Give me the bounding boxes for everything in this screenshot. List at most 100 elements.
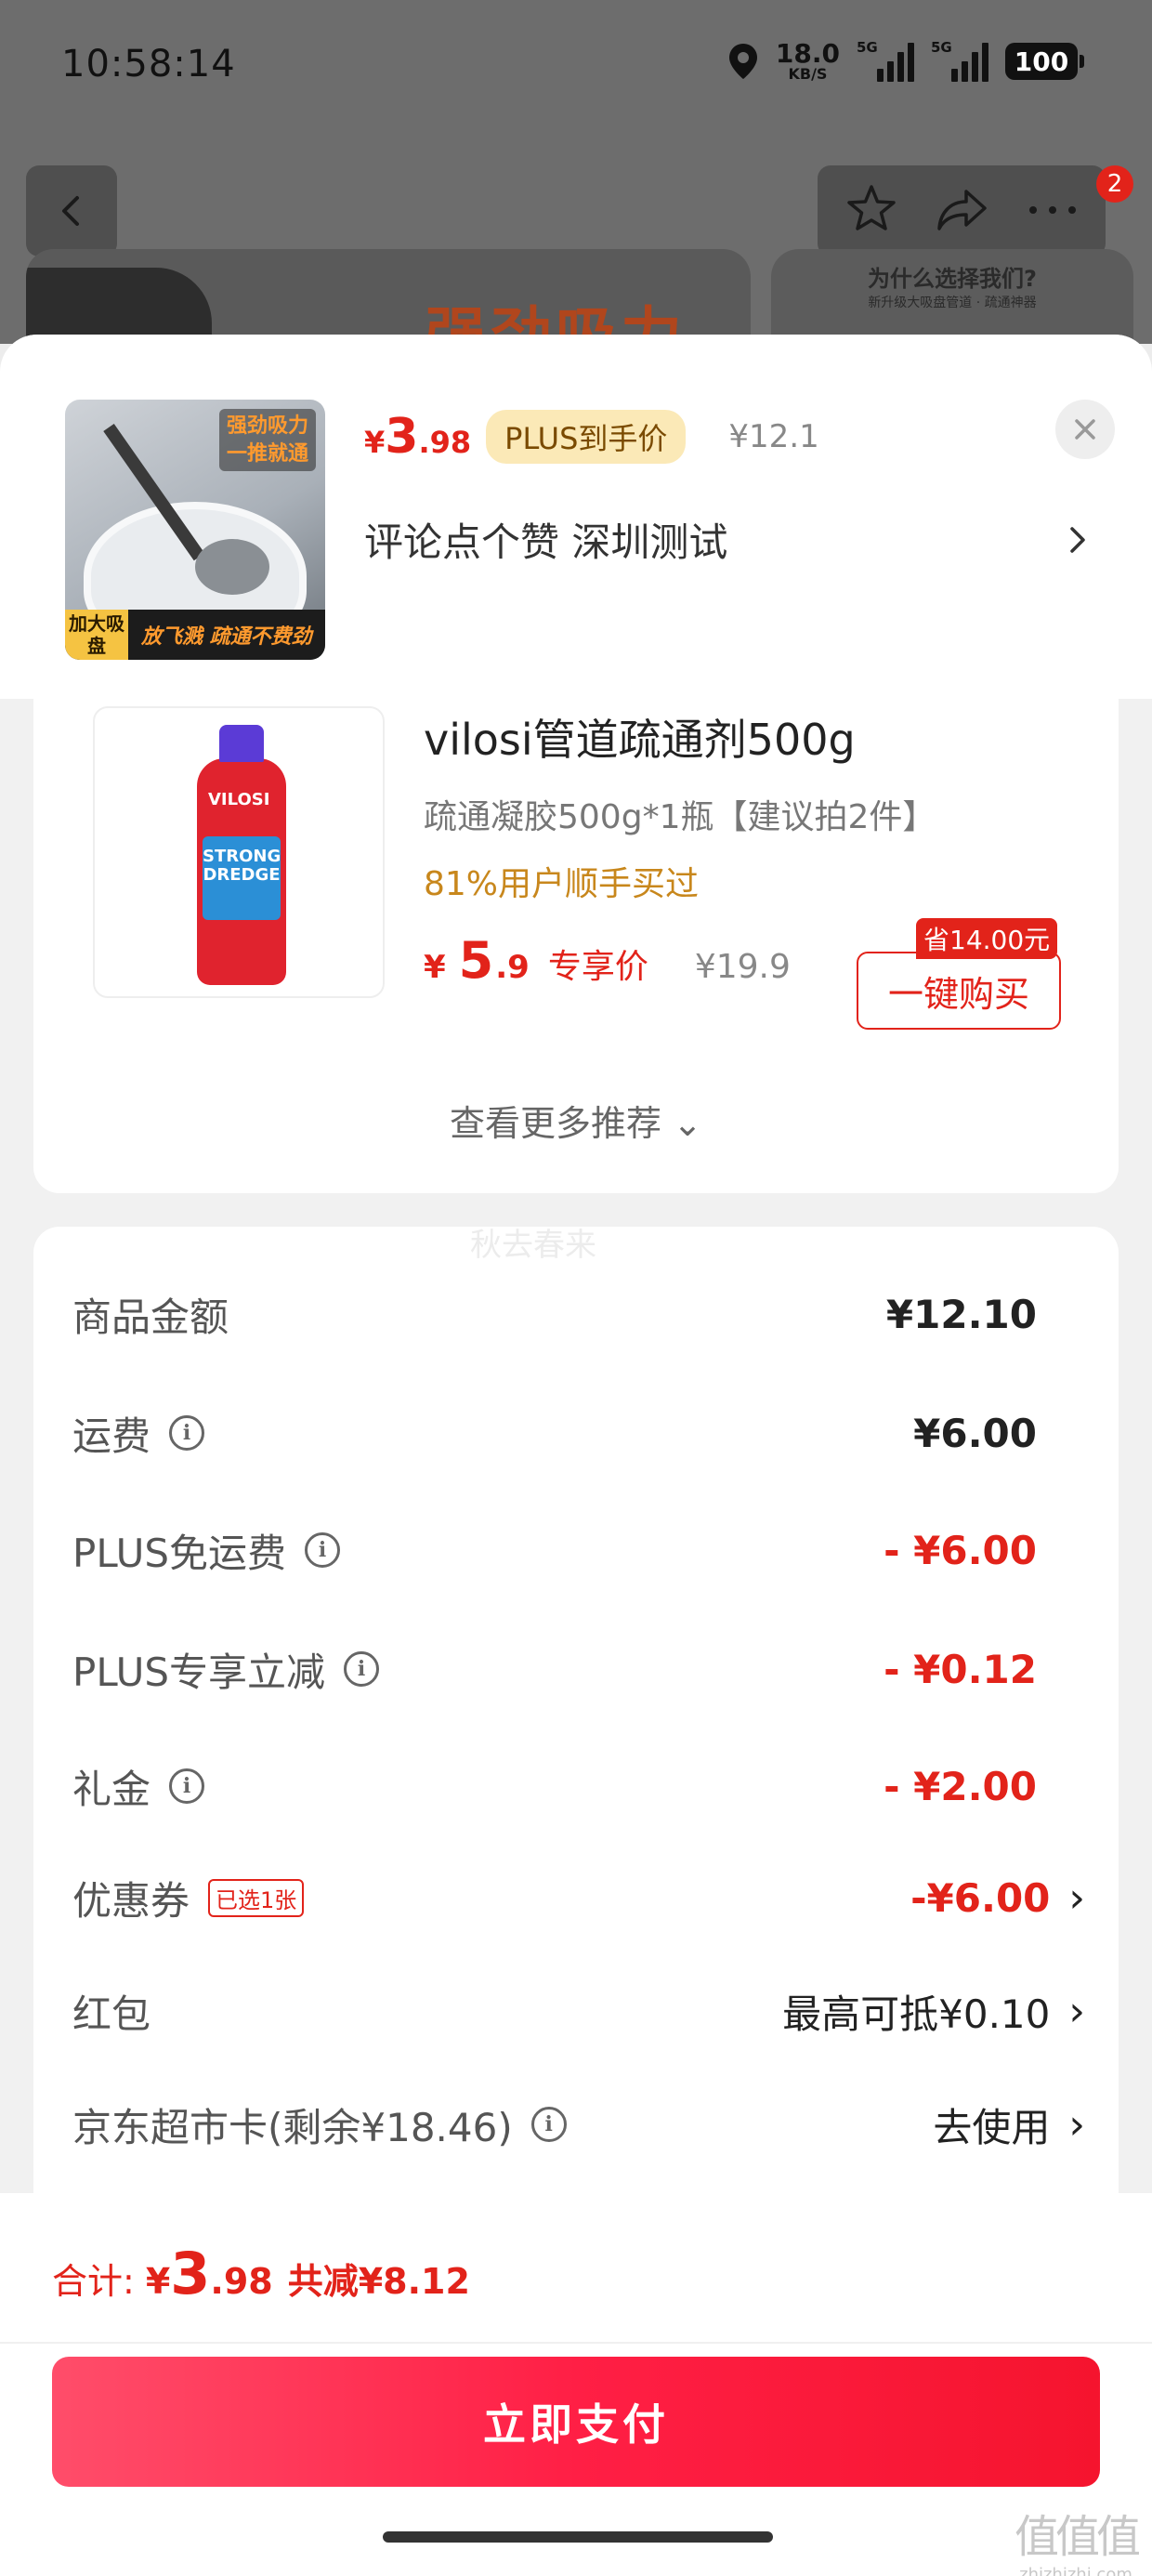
recommendation-title[interactable]: vilosi管道疏通剂500g: [424, 706, 856, 768]
network-speed-unit: KB/S: [788, 65, 828, 83]
row-value: -¥6.00: [910, 1874, 1051, 1921]
price-currency: ¥: [364, 425, 386, 460]
summary-row-gift-money: 礼金 i - ¥2.00: [72, 1749, 1085, 1823]
row-value: 最高可抵¥0.10: [782, 1991, 1051, 2037]
row-label: 红包: [72, 1991, 151, 2037]
row-label: PLUS专享立减: [72, 1649, 326, 1695]
recommendation-card: VILOSI STRONG DREDGE vilosi管道疏通剂500g 疏通凝…: [33, 699, 1119, 1193]
price-currency: ¥: [424, 949, 446, 986]
signal-label: 5G: [931, 39, 952, 56]
status-bar: 10:58:14 18.0 KB/S 5G 5G 100: [0, 0, 1152, 139]
row-label: PLUS免运费: [72, 1530, 287, 1576]
total-amount: 合计: ¥3.98 共减¥8.12: [52, 2240, 470, 2307]
divider: [0, 2342, 1152, 2344]
thumbnail-plunger: [195, 539, 269, 595]
row-value-wrap: 去使用 ›: [933, 2096, 1085, 2153]
product-price: ¥3.98: [364, 409, 471, 465]
price-integer: 3: [385, 409, 419, 465]
thumbnail-tag: 加大吸盘: [65, 610, 128, 660]
user-watermark: 秋去春来: [470, 1227, 596, 1264]
summary-row-red-packet[interactable]: 红包 最高可抵¥0.10 ›: [72, 1974, 1085, 2048]
nav-toolbar: [818, 165, 1106, 256]
one-click-buy-button[interactable]: 一键购买: [857, 952, 1061, 1030]
price-integer: 5: [458, 931, 494, 990]
chevron-right-icon: ›: [1068, 2100, 1085, 2149]
original-price: ¥12.1: [728, 418, 819, 455]
summary-row-supermarket-card[interactable]: 京东超市卡(剩余¥18.46) i 去使用 ›: [72, 2087, 1085, 2162]
more-button[interactable]: [1027, 203, 1079, 220]
row-label: 礼金: [72, 1766, 151, 1812]
signal-icon: 5G: [857, 39, 914, 82]
row-value: - ¥6.00: [884, 1527, 1037, 1573]
thumbnail-footer: 加大吸盘 放飞溅 疏通不费劲: [65, 610, 325, 660]
thumbnail-caption-line: 一推就通: [226, 441, 308, 466]
spec-selector[interactable]: 评论点个赞 深圳测试: [364, 511, 1089, 568]
plus-price-badge: PLUS到手价: [486, 410, 687, 464]
chevron-left-icon: [62, 196, 79, 226]
order-summary-card: 秋去春来 商品金额 ¥12.10 运费 i ¥6.00 PLUS免运费 i - ¥6…: [33, 1227, 1119, 2249]
info-icon[interactable]: i: [530, 2107, 567, 2142]
info-icon[interactable]: i: [169, 1415, 205, 1451]
more-recommendations-link[interactable]: 查看更多推荐 ⌄: [33, 1095, 1119, 1146]
close-icon: [1075, 419, 1095, 440]
info-icon[interactable]: i: [169, 1768, 205, 1804]
network-speed: 18.0 KB/S: [776, 41, 840, 82]
row-label: 商品金额: [72, 1294, 229, 1340]
banner-title: 为什么选择我们?: [868, 266, 1037, 292]
bottle-cap: [219, 725, 264, 762]
thumbnail-footer-text: 放飞溅 疏通不费劲: [141, 625, 312, 649]
thumbnail-caption: 强劲吸力 一推就通: [218, 409, 316, 472]
original-price: ¥19.9: [694, 948, 791, 986]
price-decimal: .98: [418, 425, 472, 460]
chevron-right-icon: ›: [1068, 1873, 1085, 1922]
status-icons: 18.0 KB/S 5G 5G 100: [727, 39, 1084, 82]
favorite-button[interactable]: [844, 182, 898, 240]
total-decimal: .98: [210, 2261, 273, 2302]
share-button[interactable]: [935, 186, 990, 236]
total-integer: 3: [170, 2240, 211, 2307]
save-amount-badge: 省14.00元: [916, 918, 1058, 959]
bottle-label: STRONG DREDGE: [203, 836, 281, 920]
price-decimal: .9: [495, 949, 530, 986]
row-value: 去使用: [933, 2104, 1051, 2150]
summary-row-plus-free-shipping: PLUS免运费 i - ¥6.00: [72, 1513, 1085, 1587]
star-icon: [847, 185, 897, 230]
home-indicator[interactable]: [383, 2531, 773, 2543]
summary-row-shipping: 运费 i ¥6.00: [72, 1396, 1085, 1470]
info-icon[interactable]: i: [344, 1651, 380, 1687]
row-value: ¥12.10: [885, 1291, 1037, 1337]
site-watermark-glyphs: 值值值: [1015, 2511, 1141, 2563]
location-icon: [728, 44, 757, 79]
price-label: 专享价: [547, 948, 648, 986]
chevron-right-icon: [1070, 526, 1085, 553]
back-button[interactable]: [26, 165, 117, 256]
recommendation-subtitle: 疏通凝胶500g*1瓶【建议拍2件】: [424, 798, 936, 836]
checkout-sheet: 强劲吸力 一推就通 加大吸盘 放飞溅 疏通不费劲 ¥3.98 PLUS到手价 ¥…: [0, 335, 1152, 2576]
summary-row-goods-amount: 商品金额 ¥12.10: [72, 1277, 1085, 1351]
summary-row-plus-discount: PLUS专享立减 i - ¥0.12: [72, 1632, 1085, 1706]
row-label: 京东超市卡(剩余¥18.46): [72, 2104, 513, 2150]
row-label: 优惠券: [72, 1877, 190, 1924]
close-button[interactable]: [1055, 400, 1115, 459]
row-value-wrap: 最高可抵¥0.10 ›: [782, 1983, 1085, 2040]
total-currency: ¥: [145, 2261, 171, 2302]
product-header: 强劲吸力 一推就通 加大吸盘 放飞溅 疏通不费劲 ¥3.98 PLUS到手价 ¥…: [0, 335, 1152, 699]
pay-now-button[interactable]: 立即支付: [52, 2357, 1100, 2487]
recommendation-image[interactable]: VILOSI STRONG DREDGE: [93, 706, 385, 998]
row-value-wrap: -¥6.00 ›: [910, 1874, 1085, 1922]
row-value: - ¥2.00: [884, 1763, 1037, 1809]
signal-label: 5G: [857, 39, 878, 56]
bottle-brand: VILOSI: [208, 790, 270, 809]
total-label: 合计:: [52, 2261, 135, 2302]
banner-subtitle: 新升级大吸盘管道 · 疏通神器: [868, 296, 1037, 310]
site-watermark-url: zhizhizhi.com: [1019, 2565, 1132, 2576]
product-price-row: ¥3.98 PLUS到手价 ¥12.1: [364, 409, 819, 465]
info-icon[interactable]: i: [305, 1532, 341, 1568]
status-time: 10:58:14: [61, 43, 236, 85]
product-thumbnail[interactable]: 强劲吸力 一推就通 加大吸盘 放飞溅 疏通不费劲: [65, 400, 325, 660]
summary-row-coupon[interactable]: 优惠券 已选1张 -¥6.00 ›: [72, 1860, 1085, 1935]
share-icon: [937, 190, 987, 230]
signal-icon: 5G: [931, 39, 988, 82]
notification-badge: 2: [1096, 165, 1133, 203]
spec-text: 评论点个赞 深圳测试: [364, 519, 728, 565]
